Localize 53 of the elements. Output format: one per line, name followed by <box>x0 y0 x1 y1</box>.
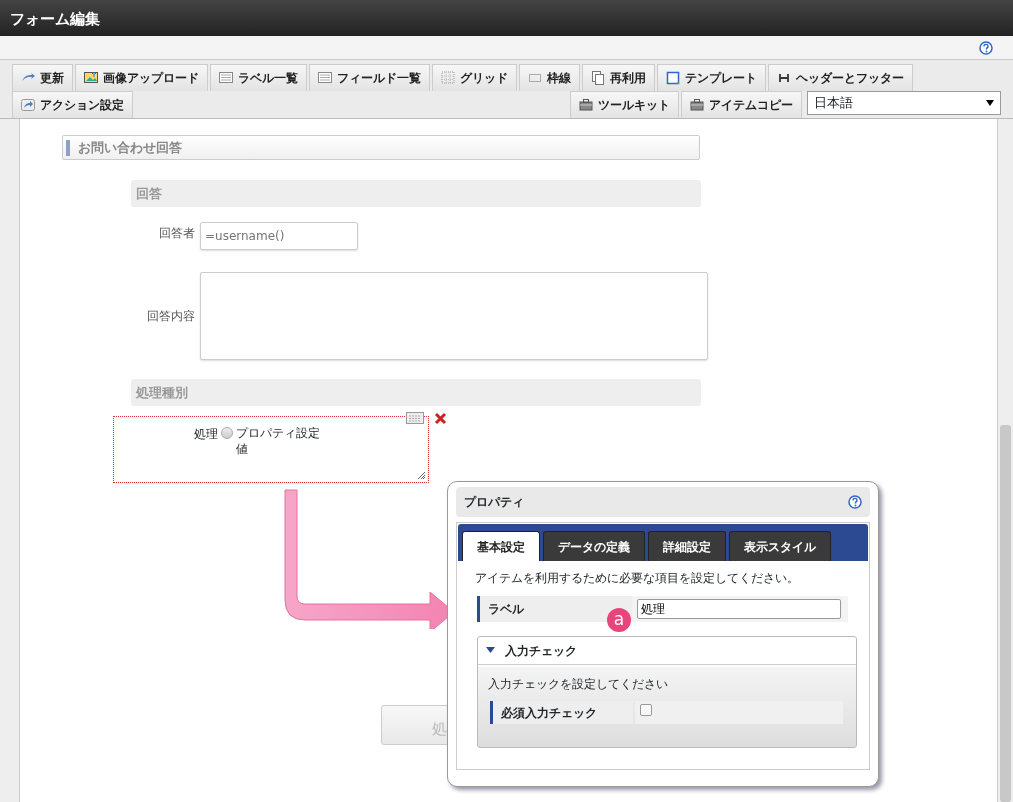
grid-icon <box>406 412 424 424</box>
list-icon <box>219 71 233 85</box>
dialog-title: プロパティ <box>464 494 524 511</box>
field-label: 必須入力チェック <box>490 701 633 724</box>
checkbox[interactable] <box>640 704 652 716</box>
toolbar-button[interactable]: 画像アップロード <box>75 64 208 91</box>
toolbar-button[interactable]: アイテムコピー <box>681 91 802 118</box>
textarea-field[interactable] <box>200 272 708 360</box>
annotation-badge: a <box>607 608 631 632</box>
toolbar-button[interactable]: ラベル一覧 <box>210 64 307 91</box>
group-heading: 処理種別 <box>131 379 701 406</box>
description-text: アイテムを利用するために必要な項目を設定してください。 <box>475 570 800 587</box>
radio-label: プロパティ設定値 <box>236 425 321 457</box>
help-icon[interactable] <box>848 495 862 509</box>
group-heading: 回答 <box>131 180 701 207</box>
toolbar-button[interactable]: フィールド一覧 <box>309 64 430 91</box>
copy-icon <box>591 71 605 85</box>
h-letter-icon <box>777 71 791 85</box>
radio-button[interactable] <box>221 427 233 439</box>
toolbar-button[interactable]: 再利用 <box>582 64 655 91</box>
grid-icon <box>441 71 455 85</box>
scrollbar[interactable] <box>997 119 1013 802</box>
image-upload-icon <box>84 71 98 85</box>
language-select[interactable]: 日本語 <box>807 91 1001 115</box>
resize-handle-icon <box>418 472 425 479</box>
description-text: 入力チェックを設定してください <box>488 676 669 693</box>
toolbar-button[interactable]: ヘッダーとフッター <box>768 64 913 91</box>
tab[interactable]: データの定義 <box>543 531 645 561</box>
tab[interactable]: 基本設定 <box>462 531 540 561</box>
toolbar-button[interactable]: ツールキット <box>570 91 679 118</box>
border-icon <box>528 71 542 85</box>
dropdown-arrow-icon <box>986 100 994 106</box>
list-icon <box>318 71 332 85</box>
field-label: 回答者 <box>158 225 195 242</box>
collapsible-header[interactable]: 入力チェック <box>478 637 856 665</box>
toolbar-button[interactable]: アクション設定 <box>12 91 133 118</box>
toolbox-icon <box>579 98 593 112</box>
template-icon <box>666 71 680 85</box>
delete-icon <box>434 412 447 425</box>
text-field[interactable]: =username() <box>200 222 358 250</box>
field-label: 処理 <box>194 426 218 443</box>
tab[interactable]: 表示スタイル <box>729 531 831 561</box>
window-title: フォーム編集 <box>0 0 1013 36</box>
label-field[interactable]: 処理 <box>637 599 841 619</box>
toolbar-button[interactable]: グリッド <box>432 64 517 91</box>
help-icon <box>979 40 993 55</box>
toolbar-button[interactable]: 枠線 <box>519 64 580 91</box>
tab[interactable]: 詳細設定 <box>648 531 726 561</box>
toolbar-button[interactable]: 更新 <box>12 64 73 91</box>
toolbox-icon <box>690 98 704 112</box>
section-title: お問い合わせ回答 <box>78 138 182 157</box>
field-label: 回答内容 <box>146 308 195 325</box>
toolbar-button[interactable]: テンプレート <box>657 64 766 91</box>
